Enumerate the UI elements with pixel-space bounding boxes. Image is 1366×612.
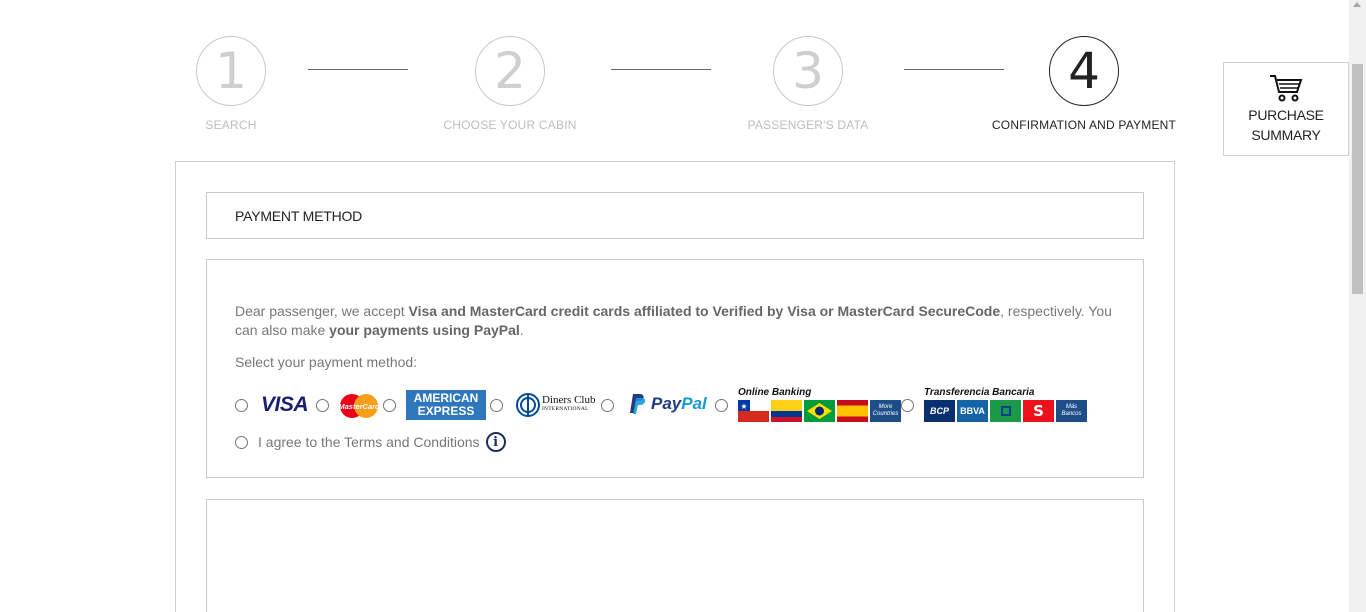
mastercard-radio[interactable]: [316, 399, 329, 412]
chile-flag-icon: ★: [738, 400, 769, 422]
scroll-up-arrow-icon[interactable]: [1353, 2, 1361, 7]
step-passengers-data[interactable]: 3 PASSENGER'S DATA: [748, 36, 868, 132]
step-number-circle: 4: [1049, 36, 1119, 106]
payment-method-header: PAYMENT METHOD: [206, 192, 1144, 239]
mas-bancos-badge: Más Bancos: [1056, 400, 1087, 422]
step-label: PASSENGER'S DATA: [747, 118, 869, 132]
bank-transfer-radio[interactable]: [901, 399, 914, 412]
amex-logo: AMERICAN EXPRESS: [406, 390, 486, 420]
svg-text:★: ★: [740, 402, 747, 411]
select-payment-label: Select your payment method:: [235, 354, 418, 370]
mastercard-logo: MasterCard: [339, 394, 379, 418]
step-label: SEARCH: [205, 118, 257, 132]
visa-radio[interactable]: [235, 399, 248, 412]
visa-logo: VISA: [261, 393, 309, 416]
checkout-panel: PAYMENT METHOD Dear passenger, we accept…: [175, 161, 1175, 612]
terms-agree-radio[interactable]: [235, 435, 248, 449]
purchase-summary-button[interactable]: PURCHASE SUMMARY: [1223, 62, 1349, 156]
paypal-radio[interactable]: [601, 399, 614, 412]
step-number-circle: 2: [475, 36, 545, 106]
step-connector: [611, 69, 711, 70]
step-label: CONFIRMATION AND PAYMENT: [991, 118, 1177, 132]
diners-emblem-icon: [516, 393, 540, 417]
info-icon[interactable]: i: [485, 432, 506, 452]
terms-agreement-row: I agree to the Terms and Conditions i: [235, 432, 506, 452]
summary-label-line2: SUMMARY: [1251, 127, 1321, 143]
online-banking-logo: Online Banking ★ More Countries: [738, 387, 901, 422]
cart-icon: [1270, 75, 1303, 102]
scotiabank-badge-icon: S: [1023, 400, 1054, 422]
step-number-circle: 3: [773, 36, 843, 106]
paypal-p-icon: [630, 394, 646, 414]
svg-text:MasterCard: MasterCard: [339, 402, 379, 411]
payment-method-box: Dear passenger, we accept Visa and Maste…: [206, 259, 1144, 478]
paypal-logo: Pay Pal: [629, 393, 707, 415]
diners-club-logo: Diners Club INTERNATIONAL: [516, 393, 595, 417]
terms-agree-label[interactable]: I agree to the Terms and Conditions: [258, 434, 480, 450]
online-banking-radio[interactable]: [715, 399, 728, 412]
payment-intro-text: Dear passenger, we accept Visa and Maste…: [235, 303, 1112, 338]
step-label: CHOOSE YOUR CABIN: [443, 118, 577, 132]
payment-details-box: [206, 499, 1144, 612]
step-connector: [308, 69, 408, 70]
scrollbar-thumb[interactable]: [1352, 64, 1363, 294]
step-choose-cabin[interactable]: 2 CHOOSE YOUR CABIN: [443, 36, 576, 132]
diners-radio[interactable]: [490, 399, 503, 412]
bank-green-badge-icon: [990, 400, 1021, 422]
step-search[interactable]: 1 SEARCH: [196, 36, 266, 132]
colombia-flag-icon: [771, 400, 802, 422]
page-scrollbar[interactable]: [1349, 0, 1366, 612]
step-confirmation-payment[interactable]: 4 CONFIRMATION AND PAYMENT: [992, 36, 1176, 132]
spain-flag-icon: [837, 400, 868, 422]
more-countries-badge: More Countries: [870, 400, 901, 422]
bcp-badge: BCP: [924, 400, 955, 422]
summary-label-line1: PURCHASE: [1248, 107, 1324, 123]
amex-radio[interactable]: [383, 399, 396, 412]
payment-options: VISA MasterCard AMERICAN EXPRESS Diners …: [235, 387, 1115, 422]
bbva-badge: BBVA: [957, 400, 988, 422]
brazil-flag-icon: [804, 400, 835, 422]
step-connector: [904, 69, 1004, 70]
step-number-circle: 1: [196, 36, 266, 106]
bank-transfer-logo: Transferencia Bancaria BCP BBVA S Más Ba…: [924, 387, 1087, 422]
